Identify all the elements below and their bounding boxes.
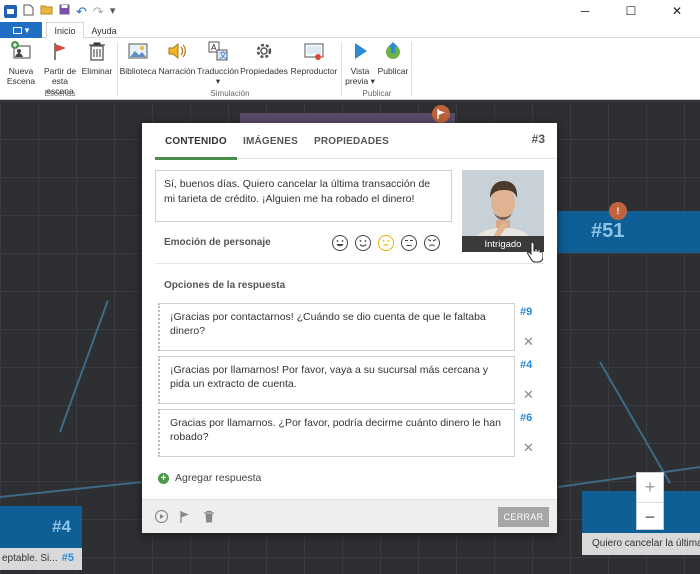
new-scene-icon [10, 40, 32, 62]
group-label-simulation: Simulación [210, 89, 250, 98]
ribbon: Nueva Escena Partir de esta escena Elimi… [0, 38, 700, 100]
library-button[interactable]: Biblioteca [120, 40, 156, 76]
delete-scene-icon[interactable] [202, 509, 216, 523]
emotion-happy-icon[interactable] [355, 235, 371, 251]
file-menu-button[interactable]: ▾ [0, 22, 42, 38]
answer-input[interactable]: Gracias por llamarnos. ¿Por favor, podrí… [158, 409, 515, 457]
tab-properties[interactable]: PROPIEDADES [314, 136, 389, 147]
character-emotion-label: Emoción de personaje [164, 237, 271, 248]
speaker-icon [166, 40, 188, 62]
scene-node-4[interactable]: #4 [0, 506, 82, 548]
group-label-publish: Publicar [362, 89, 392, 98]
scene-node-id: #4 [52, 517, 71, 536]
tab-help[interactable]: Ayuda [88, 22, 120, 39]
close-window-button[interactable]: ✕ [654, 0, 700, 22]
tab-home[interactable]: Inicio [46, 22, 84, 39]
branch-scene-button[interactable]: Partir de esta escena [39, 40, 81, 96]
response-options-title: Opciones de la respuesta [164, 280, 286, 291]
add-icon: + [158, 472, 169, 484]
trash-icon [86, 40, 108, 62]
remove-answer-icon[interactable]: ✕ [523, 334, 534, 350]
scene-node-text: eptable. Si... [2, 553, 58, 564]
answer-input[interactable]: ¡Gracias por llamarnos! Por favor, vaya … [158, 356, 515, 404]
narration-button[interactable]: Narración [158, 40, 196, 76]
translation-button[interactable]: A文 Traducción ▾ [197, 40, 239, 86]
undo-icon[interactable]: ↶ [76, 5, 87, 18]
open-folder-icon[interactable] [40, 4, 53, 18]
redo-icon[interactable]: ↷ [93, 5, 104, 18]
translation-icon: A文 [207, 40, 229, 62]
emotion-intrigued-icon[interactable] [378, 235, 394, 251]
answer-target-link[interactable]: #6 [520, 412, 532, 424]
minimize-button[interactable]: ─ [562, 0, 608, 22]
remove-answer-icon[interactable]: ✕ [523, 387, 534, 403]
character-message-input[interactable]: Sí, buenos días. Quiero cancelar la últi… [155, 170, 452, 222]
scene-warning-icon [432, 105, 450, 123]
flag-icon [49, 40, 71, 62]
scene-node-5[interactable]: eptable. Si... #5 [0, 548, 82, 570]
scene-node-51[interactable]: #51 [556, 211, 700, 253]
preview-button[interactable]: Vista previa ▾ [344, 40, 376, 86]
ribbon-tabs: ▾ Inicio Ayuda [0, 22, 700, 39]
play-scene-icon[interactable] [154, 509, 168, 523]
flag-scene-icon[interactable] [178, 509, 192, 523]
new-file-icon[interactable] [23, 4, 34, 19]
publish-globe-icon [382, 40, 404, 62]
emotion-selector [332, 235, 440, 251]
scene-node-right-label[interactable]: Quiero cancelar la última tra [582, 533, 700, 555]
group-separator [411, 42, 412, 96]
emotion-annoyed-icon[interactable] [401, 235, 417, 251]
delete-button[interactable]: Eliminar [81, 40, 113, 76]
scene-id: #3 [531, 132, 545, 146]
save-icon[interactable] [59, 4, 70, 18]
emotion-laughing-icon[interactable] [332, 235, 348, 251]
warning-icon: ! [609, 202, 627, 220]
properties-button[interactable]: Propiedades [240, 40, 288, 76]
gear-icon [253, 40, 275, 62]
add-answer-button[interactable]: + Agregar respuesta [158, 472, 261, 484]
customize-toolbar-icon[interactable]: ▾ [110, 5, 116, 17]
play-icon [349, 40, 371, 62]
quick-access-toolbar: ↶ ↷ ▾ [0, 4, 115, 19]
new-scene-button[interactable]: Nueva Escena [6, 40, 36, 86]
group-separator [117, 42, 118, 96]
close-dialog-button[interactable]: CERRAR [498, 507, 549, 527]
svg-text:文: 文 [219, 50, 227, 60]
title-bar: ↶ ↷ ▾ ─ ☐ ✕ [0, 0, 700, 22]
tab-content[interactable]: CONTENIDO [155, 136, 237, 160]
footer-actions [154, 509, 216, 523]
emotion-angry-icon[interactable] [424, 235, 440, 251]
zoom-in-button[interactable]: + [637, 473, 663, 502]
tab-images[interactable]: IMÁGENES [243, 136, 298, 147]
zoom-out-button[interactable]: − [637, 502, 663, 531]
scene-node-id: #51 [591, 220, 625, 242]
scene-editor-dialog: CONTENIDO IMÁGENES PROPIEDADES #3 Sí, bu… [142, 123, 557, 533]
answer-target-link[interactable]: #9 [520, 306, 532, 318]
answer-target-link[interactable]: #4 [520, 359, 532, 371]
dialog-footer: CERRAR [142, 499, 557, 533]
maximize-button[interactable]: ☐ [608, 0, 654, 22]
window-controls: ─ ☐ ✕ [562, 0, 700, 22]
answer-input[interactable]: ¡Gracias por contactarnos! ¿Cuándo se di… [158, 303, 515, 351]
svg-text:A: A [211, 43, 217, 52]
group-label-scenes: Escenas [44, 89, 76, 98]
remove-answer-icon[interactable]: ✕ [523, 440, 534, 456]
file-menu-icon [12, 26, 22, 34]
group-separator [341, 42, 342, 96]
dialog-tabs: CONTENIDO IMÁGENES PROPIEDADES [154, 123, 557, 160]
image-library-icon [127, 40, 149, 62]
publish-button[interactable]: Publicar [377, 40, 409, 76]
app-icon [4, 4, 17, 18]
section-divider [155, 263, 544, 264]
player-button[interactable]: Reproductor [289, 40, 339, 76]
zoom-controls: + − [636, 472, 664, 530]
scene-node-id: #5 [61, 552, 74, 564]
player-icon [303, 40, 325, 62]
